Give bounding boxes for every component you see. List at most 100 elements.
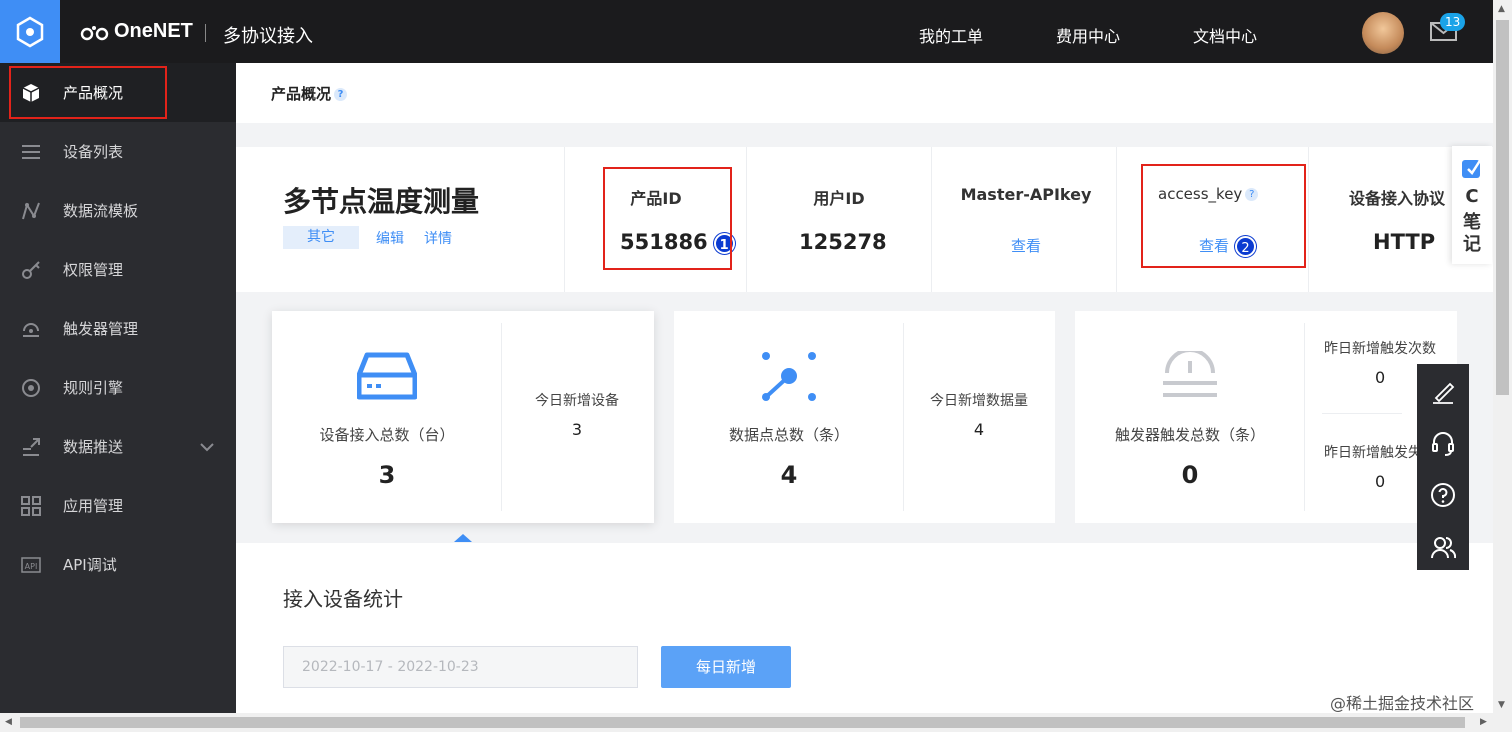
sidebar-item-api-debug[interactable]: API API调试 <box>0 535 236 594</box>
divider <box>564 147 565 292</box>
sidebar-item-label: 设备列表 <box>63 143 124 161</box>
sidebar-item-data-push[interactable]: 数据推送 <box>0 417 236 476</box>
devices-total-label: 设备接入总数（台） <box>319 426 455 444</box>
datapoints-total-label: 数据点总数（条） <box>728 426 849 444</box>
devices-total-value: 3 <box>378 461 396 489</box>
triggers-yesterday-failed-value: 0 <box>1375 472 1386 491</box>
onenet-mark-icon <box>80 26 109 41</box>
vertical-scrollbar[interactable]: ▲ ▼ <box>1493 0 1512 713</box>
details-link[interactable]: 详情 <box>424 228 452 248</box>
divider <box>1308 147 1309 292</box>
selected-card-indicator <box>454 534 472 542</box>
edit-icon[interactable] <box>1430 378 1456 404</box>
help-circle-icon[interactable] <box>1430 482 1456 508</box>
divider <box>931 147 932 292</box>
key-icon <box>21 260 41 280</box>
product-category-tag: 其它 <box>283 226 359 249</box>
datapoints-today-label: 今日新增数据量 <box>930 393 1028 409</box>
home-logo-button[interactable] <box>0 0 60 63</box>
title-bar: 产品概况? <box>236 63 1493 123</box>
highlight-box-access-key <box>1141 164 1306 268</box>
triggers-yesterday-label: 昨日新增触发次数 <box>1324 341 1436 357</box>
divider <box>1322 413 1402 414</box>
datapoints-icon <box>762 352 816 401</box>
server-icon <box>357 352 417 400</box>
sidebar: 产品概况 设备列表 数据流模板 权限管理 触发器管理 规则引擎 数据推送 应用管… <box>0 63 236 713</box>
triggers-total-label: 触发器触发总数（条） <box>1114 426 1265 444</box>
date-range-input[interactable]: 2022-10-17 - 2022-10-23 <box>283 646 638 688</box>
divider <box>1304 323 1305 511</box>
sidebar-item-label: 应用管理 <box>63 497 124 515</box>
highlight-box-product-id <box>603 167 732 270</box>
nav-billing[interactable]: 费用中心 <box>1056 23 1120 47</box>
daily-new-button[interactable]: 每日新增 <box>661 646 791 688</box>
master-apikey-view-link[interactable]: 查看 <box>1011 235 1041 256</box>
user-id-value: 125278 <box>799 230 887 254</box>
stream-icon <box>21 201 41 221</box>
sidebar-item-label: 数据流模板 <box>63 202 139 220</box>
sidebar-item-label: 触发器管理 <box>63 320 139 338</box>
scroll-up-icon[interactable]: ▲ <box>1498 4 1505 14</box>
note-icon <box>1462 158 1483 178</box>
divider <box>501 323 502 511</box>
edit-link[interactable]: 编辑 <box>376 228 404 248</box>
devices-today-value: 3 <box>571 420 583 439</box>
sidebar-item-triggers[interactable]: 触发器管理 <box>0 299 236 358</box>
sidebar-item-label: 规则引擎 <box>63 379 124 397</box>
highlight-box-sidebar <box>9 66 167 119</box>
top-bar: OneNET 多协议接入 我的工单 费用中心 文档中心 13 <box>0 0 1493 63</box>
brand-name: OneNET <box>114 20 193 42</box>
product-name: 多节点温度测量 <box>283 185 480 218</box>
device-stats-section: 接入设备统计 2022-10-17 - 2022-10-23 每日新增 <box>236 543 1493 713</box>
triggers-yesterday-value: 0 <box>1375 368 1386 387</box>
trigger-icon <box>21 319 41 339</box>
users-icon[interactable] <box>1430 534 1456 560</box>
sidebar-item-datastream-template[interactable]: 数据流模板 <box>0 181 236 240</box>
horizontal-scrollbar[interactable]: ◀ ▶ <box>0 713 1512 732</box>
sidebar-item-label: API调试 <box>63 556 117 574</box>
nav-docs[interactable]: 文档中心 <box>1193 23 1257 47</box>
mail-count-badge: 13 <box>1440 13 1466 31</box>
nav-my-tickets[interactable]: 我的工单 <box>919 23 983 47</box>
user-avatar[interactable] <box>1362 12 1404 54</box>
triggers-total-value: 0 <box>1181 461 1199 489</box>
sidebar-item-rule-engine[interactable]: 规则引擎 <box>0 358 236 417</box>
stat-card-datapoints[interactable]: 数据点总数（条） 4 今日新增数据量 4 <box>674 311 1055 523</box>
brand-subtitle: 多协议接入 <box>223 26 313 47</box>
stat-card-triggers[interactable]: 触发器触发总数（条） 0 昨日新增触发次数 0 昨日新增触发失 0 <box>1075 311 1457 523</box>
horizontal-scroll-thumb[interactable] <box>20 717 1465 728</box>
section-title: 接入设备统计 <box>283 587 403 611</box>
c-note-label-c: C <box>1465 186 1479 207</box>
scroll-left-icon[interactable]: ◀ <box>5 717 12 727</box>
c-note-tab[interactable]: C 笔 记 <box>1452 146 1492 264</box>
protocol-value: HTTP <box>1373 230 1436 254</box>
brand-divider <box>205 24 206 42</box>
headset-icon[interactable] <box>1430 430 1456 456</box>
trigger-icon <box>1163 351 1217 397</box>
datapoints-today-value: 4 <box>973 420 985 439</box>
list-icon <box>21 142 41 162</box>
page-title-text: 产品概况 <box>271 85 332 103</box>
rule-icon <box>21 378 41 398</box>
divider <box>903 323 904 511</box>
user-id-label: 用户ID <box>813 189 865 208</box>
sidebar-item-permissions[interactable]: 权限管理 <box>0 240 236 299</box>
main-content: 产品概况? 多节点温度测量 其它 编辑 详情 产品ID 551886 1 用户ID… <box>236 63 1493 713</box>
hexagon-logo-icon <box>16 16 44 47</box>
divider <box>1116 147 1117 292</box>
stat-card-devices[interactable]: 设备接入总数（台） 3 今日新增设备 3 <box>272 311 654 523</box>
floating-toolbar <box>1417 364 1469 570</box>
protocol-label: 设备接入协议 <box>1349 189 1446 208</box>
api-icon: API <box>21 555 41 575</box>
vertical-scroll-thumb[interactable] <box>1496 20 1509 395</box>
scroll-right-icon[interactable]: ▶ <box>1480 717 1487 727</box>
triggers-yesterday-failed-label: 昨日新增触发失 <box>1324 445 1422 461</box>
sidebar-item-app-management[interactable]: 应用管理 <box>0 476 236 535</box>
datapoints-total-value: 4 <box>780 461 798 489</box>
c-note-label-2: 记 <box>1463 234 1481 255</box>
help-icon[interactable]: ? <box>334 88 348 101</box>
chevron-down-icon[interactable] <box>200 438 214 456</box>
sidebar-item-device-list[interactable]: 设备列表 <box>0 122 236 181</box>
divider <box>746 147 747 292</box>
scroll-down-icon[interactable]: ▼ <box>1498 700 1505 710</box>
